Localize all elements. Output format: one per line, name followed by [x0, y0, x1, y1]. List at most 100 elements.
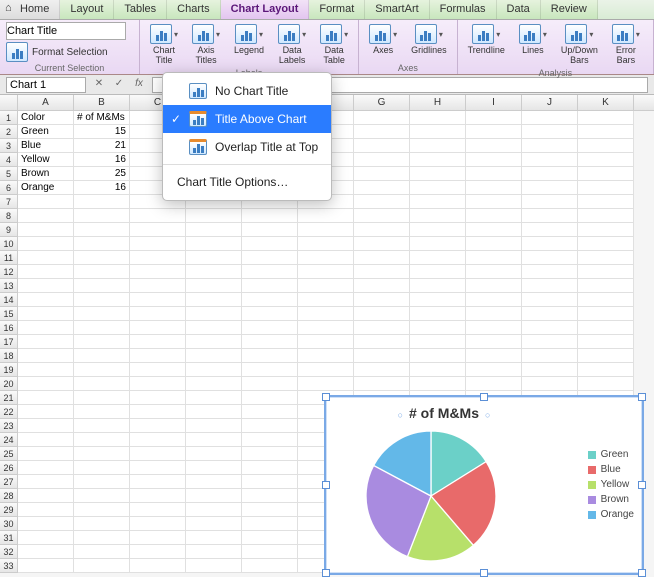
cell[interactable]: [354, 139, 410, 153]
cell[interactable]: [354, 125, 410, 139]
cell[interactable]: [242, 237, 298, 251]
cell[interactable]: [18, 279, 74, 293]
row-header[interactable]: 17: [0, 335, 18, 349]
cell[interactable]: [18, 531, 74, 545]
row-header[interactable]: 29: [0, 503, 18, 517]
cell[interactable]: [74, 559, 130, 573]
cell[interactable]: [578, 335, 634, 349]
cell[interactable]: [466, 139, 522, 153]
cell[interactable]: [186, 321, 242, 335]
cell[interactable]: [522, 321, 578, 335]
cell[interactable]: [354, 167, 410, 181]
cell[interactable]: [74, 531, 130, 545]
cell[interactable]: [74, 503, 130, 517]
cell[interactable]: [466, 125, 522, 139]
cell[interactable]: [522, 209, 578, 223]
data-table-button[interactable]: ▾DataTable: [316, 22, 352, 68]
cell[interactable]: [74, 433, 130, 447]
name-box[interactable]: [6, 77, 86, 93]
cell[interactable]: [130, 265, 186, 279]
cell[interactable]: [130, 447, 186, 461]
cell[interactable]: [18, 363, 74, 377]
cell[interactable]: [410, 111, 466, 125]
tab-charts[interactable]: Charts: [167, 0, 220, 19]
cell[interactable]: [18, 545, 74, 559]
cell[interactable]: [354, 279, 410, 293]
cell[interactable]: [466, 279, 522, 293]
row-header[interactable]: 10: [0, 237, 18, 251]
cell[interactable]: [410, 223, 466, 237]
tab-review[interactable]: Review: [541, 0, 598, 19]
row-header[interactable]: 18: [0, 349, 18, 363]
cell[interactable]: [578, 377, 634, 391]
cell[interactable]: Yellow: [18, 153, 74, 167]
cell[interactable]: [18, 237, 74, 251]
cell[interactable]: # of M&Ms: [74, 111, 130, 125]
cell[interactable]: [186, 335, 242, 349]
error-button[interactable]: ▾ErrorBars: [608, 22, 644, 68]
cell[interactable]: [466, 293, 522, 307]
lines-button[interactable]: ▾Lines: [515, 22, 551, 58]
cell[interactable]: [522, 181, 578, 195]
cell[interactable]: [186, 349, 242, 363]
cell[interactable]: [354, 349, 410, 363]
chart-legend[interactable]: GreenBlueYellowBrownOrange: [588, 445, 634, 524]
row-header[interactable]: 4: [0, 153, 18, 167]
chart-object[interactable]: # of M&Ms GreenBlueYellowBrownOrange: [324, 395, 644, 575]
row-header[interactable]: 22: [0, 405, 18, 419]
cell[interactable]: [130, 391, 186, 405]
cell[interactable]: [74, 223, 130, 237]
cell[interactable]: [186, 447, 242, 461]
menu-chart-title-options[interactable]: Chart Title Options…: [163, 168, 331, 196]
cell[interactable]: [522, 265, 578, 279]
cell[interactable]: [578, 237, 634, 251]
cell[interactable]: [130, 419, 186, 433]
cell[interactable]: [242, 405, 298, 419]
cell[interactable]: [18, 321, 74, 335]
row-header[interactable]: 26: [0, 461, 18, 475]
tab-data[interactable]: Data: [497, 0, 541, 19]
cell[interactable]: [74, 475, 130, 489]
cell[interactable]: [242, 293, 298, 307]
cell[interactable]: [298, 251, 354, 265]
cell[interactable]: [522, 237, 578, 251]
cell[interactable]: [242, 545, 298, 559]
cell[interactable]: [466, 321, 522, 335]
accept-icon[interactable]: ✓: [112, 78, 126, 92]
select-all-corner[interactable]: [0, 95, 18, 110]
row-header[interactable]: 12: [0, 265, 18, 279]
cell[interactable]: [522, 307, 578, 321]
cell[interactable]: [578, 321, 634, 335]
cell[interactable]: [298, 349, 354, 363]
cell[interactable]: [354, 363, 410, 377]
cell[interactable]: [130, 307, 186, 321]
cell[interactable]: [578, 279, 634, 293]
updown-button[interactable]: ▾Up/DownBars: [557, 22, 602, 68]
column-header[interactable]: A: [18, 95, 74, 110]
cell[interactable]: [18, 489, 74, 503]
cell[interactable]: [354, 223, 410, 237]
row-header[interactable]: 14: [0, 293, 18, 307]
cell[interactable]: [354, 321, 410, 335]
cell[interactable]: [74, 545, 130, 559]
cell[interactable]: [130, 531, 186, 545]
cell[interactable]: [466, 181, 522, 195]
cell[interactable]: [74, 419, 130, 433]
resize-handle[interactable]: [480, 393, 488, 401]
cell[interactable]: Green: [18, 125, 74, 139]
cell[interactable]: [186, 405, 242, 419]
cell[interactable]: [186, 293, 242, 307]
cell[interactable]: [522, 139, 578, 153]
cell[interactable]: [130, 237, 186, 251]
cell[interactable]: [522, 349, 578, 363]
column-header[interactable]: J: [522, 95, 578, 110]
column-header[interactable]: H: [410, 95, 466, 110]
cell[interactable]: [466, 251, 522, 265]
cell[interactable]: [298, 223, 354, 237]
cell[interactable]: [466, 167, 522, 181]
cell[interactable]: 15: [74, 125, 130, 139]
resize-handle[interactable]: [638, 393, 646, 401]
cell[interactable]: [18, 503, 74, 517]
cell[interactable]: [466, 153, 522, 167]
cell[interactable]: [186, 237, 242, 251]
